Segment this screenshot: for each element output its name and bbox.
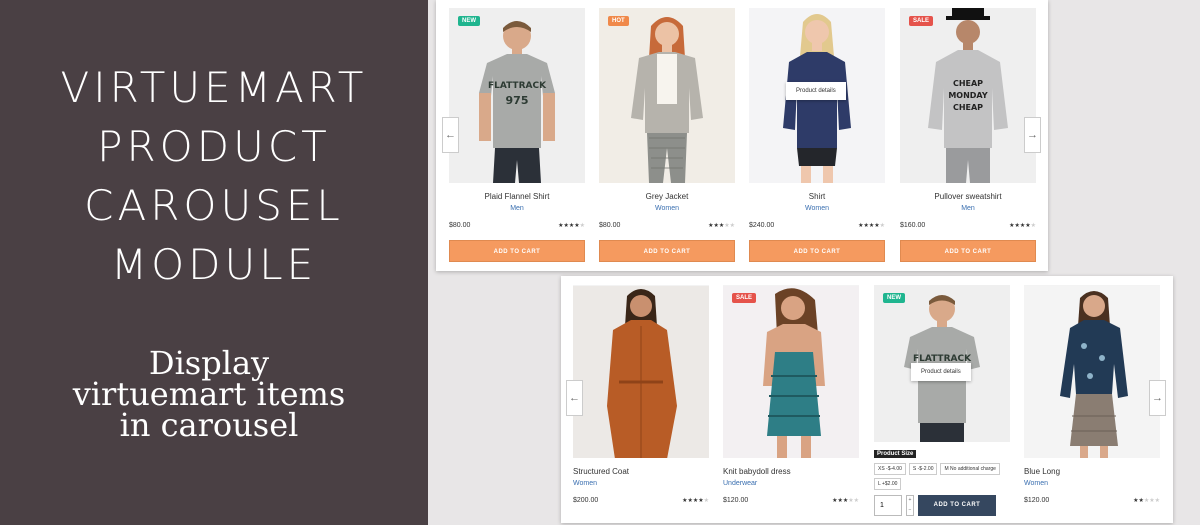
product-image[interactable]: SALE — [723, 285, 859, 458]
product-details-popup[interactable]: Product details — [786, 82, 846, 100]
product-name[interactable]: Shirt — [749, 192, 885, 203]
quantity-stepper[interactable]: + − — [906, 495, 914, 516]
size-option[interactable]: S -$-2.00 — [908, 463, 938, 475]
product-name[interactable]: Grey Jacket — [599, 192, 735, 203]
product-image[interactable]: NEW FLATTRACK Product details — [874, 285, 1010, 442]
carousel-prev-button[interactable]: ← — [442, 117, 459, 153]
product-category-link[interactable]: Men — [900, 205, 1036, 215]
product-category-link[interactable]: Women — [599, 205, 735, 215]
promo-title-line: VIRTUEMART — [60, 63, 368, 112]
hot-badge: HOT — [608, 16, 629, 26]
product-name[interactable]: Knit babydoll dress — [723, 467, 859, 478]
promo-panel: VIRTUEMART PRODUCT CAROUSEL MODULE Displ… — [0, 0, 428, 525]
carousel-prev-button[interactable]: ← — [566, 380, 583, 416]
size-option[interactable]: XS -$-4.00 — [874, 463, 906, 475]
product-card[interactable]: SALE CHEAP MONDAY CHEAP Pullover sweatsh… — [900, 8, 1036, 262]
product-price: $80.00 — [599, 221, 621, 229]
rating-stars: ★★★★★ — [682, 497, 709, 504]
product-image[interactable]: HOT — [599, 8, 735, 183]
rating-stars: ★★★★★ — [832, 497, 859, 504]
size-options: XS -$-4.00 S -$-2.00 M No additional cha… — [874, 463, 1010, 490]
product-image[interactable]: Product details — [749, 8, 885, 183]
product-category-link[interactable]: Women — [749, 205, 885, 215]
product-carousel-top: ← → NEW FLATTRACK 975 Plaid Flannel Shir… — [436, 0, 1048, 271]
arrow-left-icon: ← — [569, 392, 580, 404]
svg-text:MONDAY: MONDAY — [948, 91, 988, 100]
arrow-left-icon: ← — [445, 129, 456, 141]
product-card[interactable]: NEW FLATTRACK Product details Product Si… — [874, 285, 1010, 516]
arrow-right-icon: → — [1152, 392, 1163, 404]
product-name[interactable]: Structured Coat — [573, 467, 709, 478]
carousel-next-button[interactable]: → — [1149, 380, 1166, 416]
promo-subtitle: Display virtuemart items in carousel — [0, 347, 418, 444]
svg-text:CHEAP: CHEAP — [953, 79, 983, 88]
product-price: $200.00 — [573, 496, 599, 504]
promo-title-line: PRODUCT — [97, 122, 331, 171]
svg-text:FLATTRACK: FLATTRACK — [488, 81, 547, 91]
product-photo-sweatshirt-man: CHEAP MONDAY CHEAP — [900, 8, 1036, 183]
arrow-right-icon: → — [1027, 129, 1038, 141]
new-badge: NEW — [883, 293, 905, 303]
product-size-label: Product Size — [874, 450, 917, 458]
rating-stars: ★★★★★ — [708, 222, 735, 229]
add-to-cart-button[interactable]: ADD TO CART — [449, 240, 585, 262]
product-price: $80.00 — [449, 221, 471, 229]
rating-stars: ★★★★★ — [558, 222, 585, 229]
rating-stars: ★★★★★ — [1009, 222, 1036, 229]
svg-text:CHEAP: CHEAP — [953, 103, 983, 112]
product-photo-tshirt-man: FLATTRACK 975 — [449, 8, 585, 183]
new-badge: NEW — [458, 16, 480, 26]
product-name[interactable]: Plaid Flannel Shirt — [449, 192, 585, 203]
plus-icon[interactable]: + — [907, 496, 913, 506]
promo-title-line: MODULE — [110, 240, 318, 289]
product-carousel-bottom: ← → Structured Coat Women $200.00 ★★★★★ … — [561, 276, 1173, 523]
product-name[interactable]: Blue Long — [1024, 467, 1160, 478]
product-name[interactable]: Pullover sweatshirt — [900, 192, 1036, 203]
carousel-next-button[interactable]: → — [1024, 117, 1041, 153]
rating-stars: ★★★★★ — [858, 222, 885, 229]
size-option[interactable]: L +$2.00 — [874, 478, 902, 490]
size-option[interactable]: M No additional charge — [940, 463, 1000, 475]
product-card[interactable]: HOT Grey Jacket Women $80.00 ★★★★★ ADD T… — [599, 8, 735, 262]
product-category-link[interactable]: Women — [573, 480, 709, 490]
product-image[interactable]: SALE CHEAP MONDAY CHEAP — [900, 8, 1036, 183]
product-card[interactable]: SALE Knit babydoll dress Underwear $120.… — [723, 285, 859, 505]
product-photo-babydoll-dress — [723, 286, 859, 458]
add-to-cart-button[interactable]: ADD TO CART — [900, 240, 1036, 262]
product-category-link[interactable]: Women — [1024, 480, 1160, 490]
add-to-cart-button[interactable]: ADD TO CART — [918, 495, 996, 516]
add-to-cart-button[interactable]: ADD TO CART — [599, 240, 735, 262]
product-card[interactable]: Blue Long Women $120.00 ★★★★★ — [1024, 285, 1160, 505]
product-category-link[interactable]: Men — [449, 205, 585, 215]
sale-badge: SALE — [732, 293, 757, 303]
product-details-popup[interactable]: Product details — [911, 363, 971, 381]
add-to-cart-button[interactable]: ADD TO CART — [749, 240, 885, 262]
svg-text:975: 975 — [506, 94, 529, 107]
rating-stars: ★★★★★ — [1133, 497, 1160, 504]
promo-title-line: CAROUSEL — [84, 181, 344, 230]
product-price: $160.00 — [900, 221, 926, 229]
quantity-input[interactable]: 1 — [874, 495, 902, 516]
product-image[interactable]: NEW FLATTRACK 975 — [449, 8, 585, 183]
product-card[interactable]: Product details Shirt Women $240.00 ★★★★… — [749, 8, 885, 262]
product-price: $120.00 — [1024, 496, 1050, 504]
sale-badge: SALE — [909, 16, 934, 26]
product-image[interactable] — [573, 285, 709, 458]
product-photo-coat-woman — [573, 286, 709, 458]
product-price: $240.00 — [749, 221, 775, 229]
product-photo-grey-jacket-woman — [599, 8, 735, 183]
minus-icon[interactable]: − — [907, 506, 913, 516]
promo-subtitle-line: in carousel — [119, 406, 299, 444]
promo-title: VIRTUEMART PRODUCT CAROUSEL MODULE — [0, 58, 428, 294]
product-image[interactable] — [1024, 285, 1160, 458]
product-card[interactable]: NEW FLATTRACK 975 Plaid Flannel Shirt Me… — [449, 8, 585, 262]
product-category-link[interactable]: Underwear — [723, 480, 859, 490]
product-card[interactable]: Structured Coat Women $200.00 ★★★★★ — [573, 285, 709, 505]
product-price: $120.00 — [723, 496, 749, 504]
product-photo-blue-long-woman — [1024, 286, 1160, 458]
